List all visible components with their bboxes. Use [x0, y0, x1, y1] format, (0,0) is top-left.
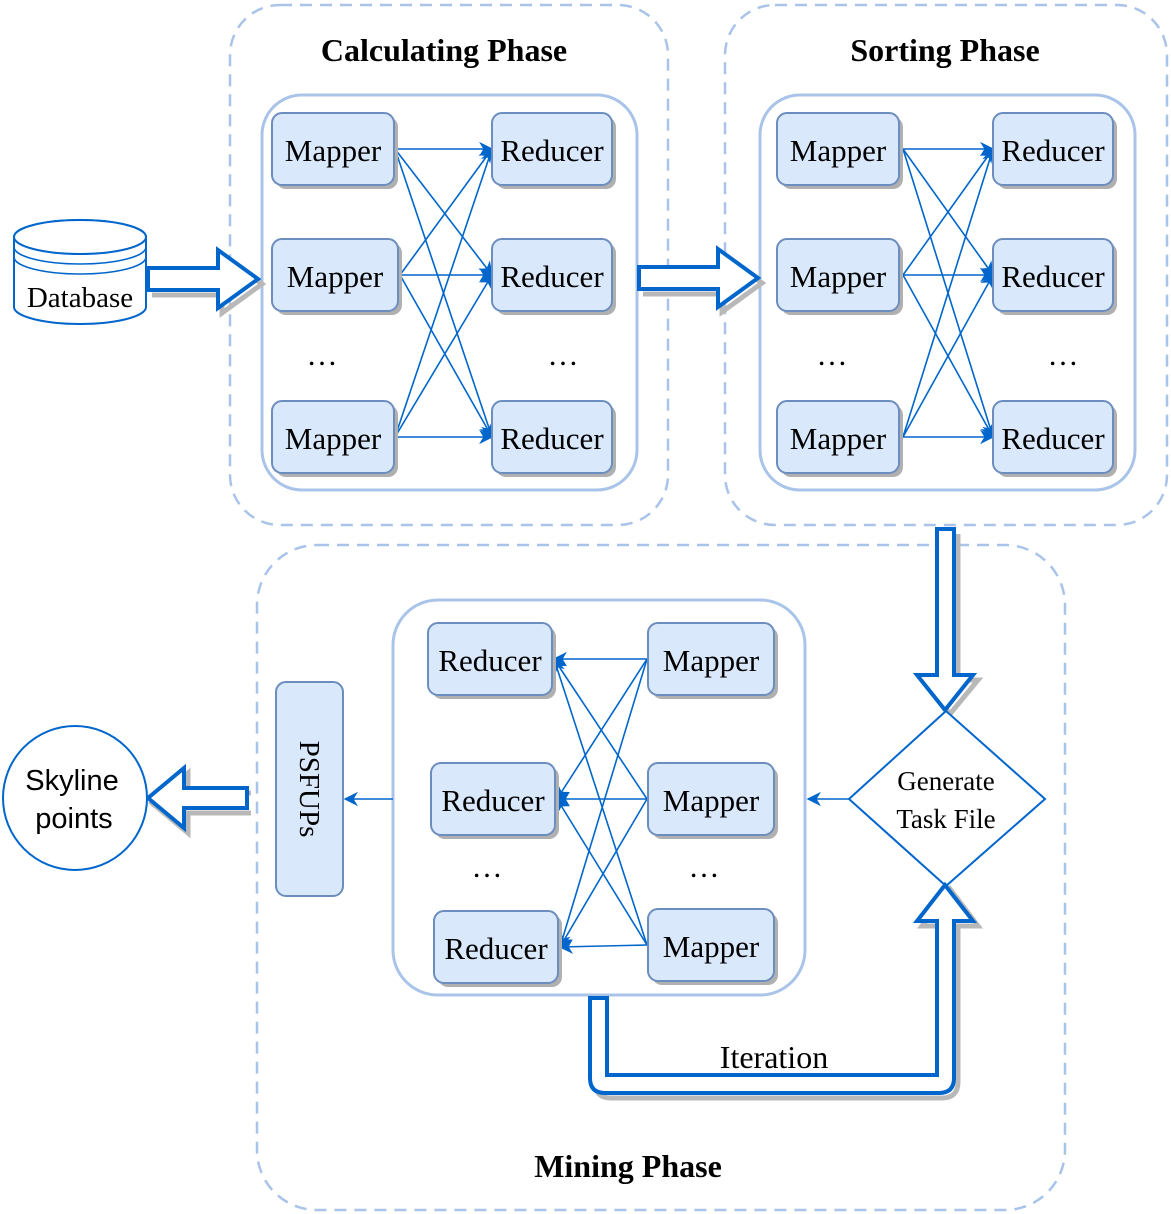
mine-mapper-1[interactable]: Mapper	[647, 622, 778, 699]
skyline-points-node[interactable]: Skyline points	[2, 725, 148, 871]
sorting-phase-title: Sorting Phase	[850, 32, 1039, 68]
sort-mapper-1[interactable]: Mapper	[776, 112, 903, 189]
mine-reducer-3[interactable]: Reducer	[433, 910, 562, 987]
mine-reducer-1[interactable]: Reducer	[427, 622, 556, 699]
calc-mapper-2-label: Mapper	[287, 259, 384, 294]
calc-mapper-3-label: Mapper	[285, 421, 382, 456]
calc-mapper-1-label: Mapper	[285, 133, 382, 168]
mine-mapper-3-label: Mapper	[663, 929, 760, 964]
sort-mapper-1-label: Mapper	[790, 133, 887, 168]
calc-reducer-3-label: Reducer	[500, 421, 604, 456]
mine-mapper-3[interactable]: Mapper	[647, 908, 778, 985]
sort-reducer-2[interactable]: Reducer	[992, 238, 1117, 315]
calculating-phase-title: Calculating Phase	[321, 32, 567, 68]
psfups-label: PSFUPs	[293, 741, 325, 838]
generate-task-file-node[interactable]: Generate Task File	[847, 709, 1047, 888]
database-label: Database	[27, 282, 133, 314]
calc-reducer-1[interactable]: Reducer	[491, 112, 616, 189]
mine-mapper-2-label: Mapper	[663, 783, 760, 818]
calc-mapper-ellipsis: …	[307, 337, 338, 372]
calc-reducer-3[interactable]: Reducer	[491, 400, 616, 477]
calc-mapper-1[interactable]: Mapper	[271, 112, 398, 189]
sorting-to-generate-arrow	[912, 527, 984, 718]
mine-reducer-2[interactable]: Reducer	[430, 762, 559, 839]
sort-mapper-3-label: Mapper	[790, 421, 887, 456]
sort-mapper-ellipsis: …	[817, 337, 848, 372]
calc-reducer-1-label: Reducer	[500, 133, 604, 168]
mining-phase-title: Mining Phase	[534, 1148, 722, 1184]
sort-mapper-2[interactable]: Mapper	[776, 238, 903, 315]
diagram-canvas: Calculating Phase Sorting Phase Mining P…	[2, 3, 1169, 1212]
iteration-label: Iteration	[720, 1039, 828, 1075]
sort-reducer-1[interactable]: Reducer	[992, 112, 1117, 189]
skyline-label-line2: points	[35, 803, 112, 835]
mine-reducer-ellipsis: …	[472, 849, 503, 884]
mine-mapper-2[interactable]: Mapper	[647, 762, 778, 839]
sort-reducer-2-label: Reducer	[1001, 259, 1105, 294]
calc-mapper-2[interactable]: Mapper	[271, 238, 402, 315]
sort-reducer-ellipsis: …	[1048, 337, 1079, 372]
calc-mapper-3[interactable]: Mapper	[271, 400, 398, 477]
skyline-label-line1: Skyline	[25, 765, 119, 797]
sort-reducer-1-label: Reducer	[1001, 133, 1105, 168]
mine-reducer-2-label: Reducer	[441, 783, 545, 818]
generate-task-file-label-line2: Task File	[896, 804, 995, 834]
sort-mapper-2-label: Mapper	[790, 259, 887, 294]
calc-reducer-2[interactable]: Reducer	[491, 238, 616, 315]
database-node[interactable]: Database	[13, 219, 147, 325]
mine-mapper-ellipsis: …	[689, 849, 720, 884]
psfups-to-skyline-arrow	[144, 763, 251, 839]
decision-diamond-icon	[847, 709, 1047, 888]
generate-task-file-label-line1: Generate	[897, 766, 994, 796]
mine-reducer-1-label: Reducer	[438, 643, 542, 678]
sort-mapper-3[interactable]: Mapper	[776, 400, 903, 477]
mine-reducer-3-label: Reducer	[444, 931, 548, 966]
database-to-calculating-arrow	[146, 246, 267, 318]
calc-reducer-2-label: Reducer	[500, 259, 604, 294]
skyline-circle-icon	[2, 725, 148, 871]
mine-mapper-1-label: Mapper	[663, 643, 760, 678]
sort-reducer-3[interactable]: Reducer	[992, 400, 1117, 477]
calculating-to-sorting-arrow	[637, 245, 767, 317]
psfups-node[interactable]: PSFUPs	[275, 681, 344, 897]
sort-reducer-3-label: Reducer	[1001, 421, 1105, 456]
calc-reducer-ellipsis: …	[548, 337, 579, 372]
